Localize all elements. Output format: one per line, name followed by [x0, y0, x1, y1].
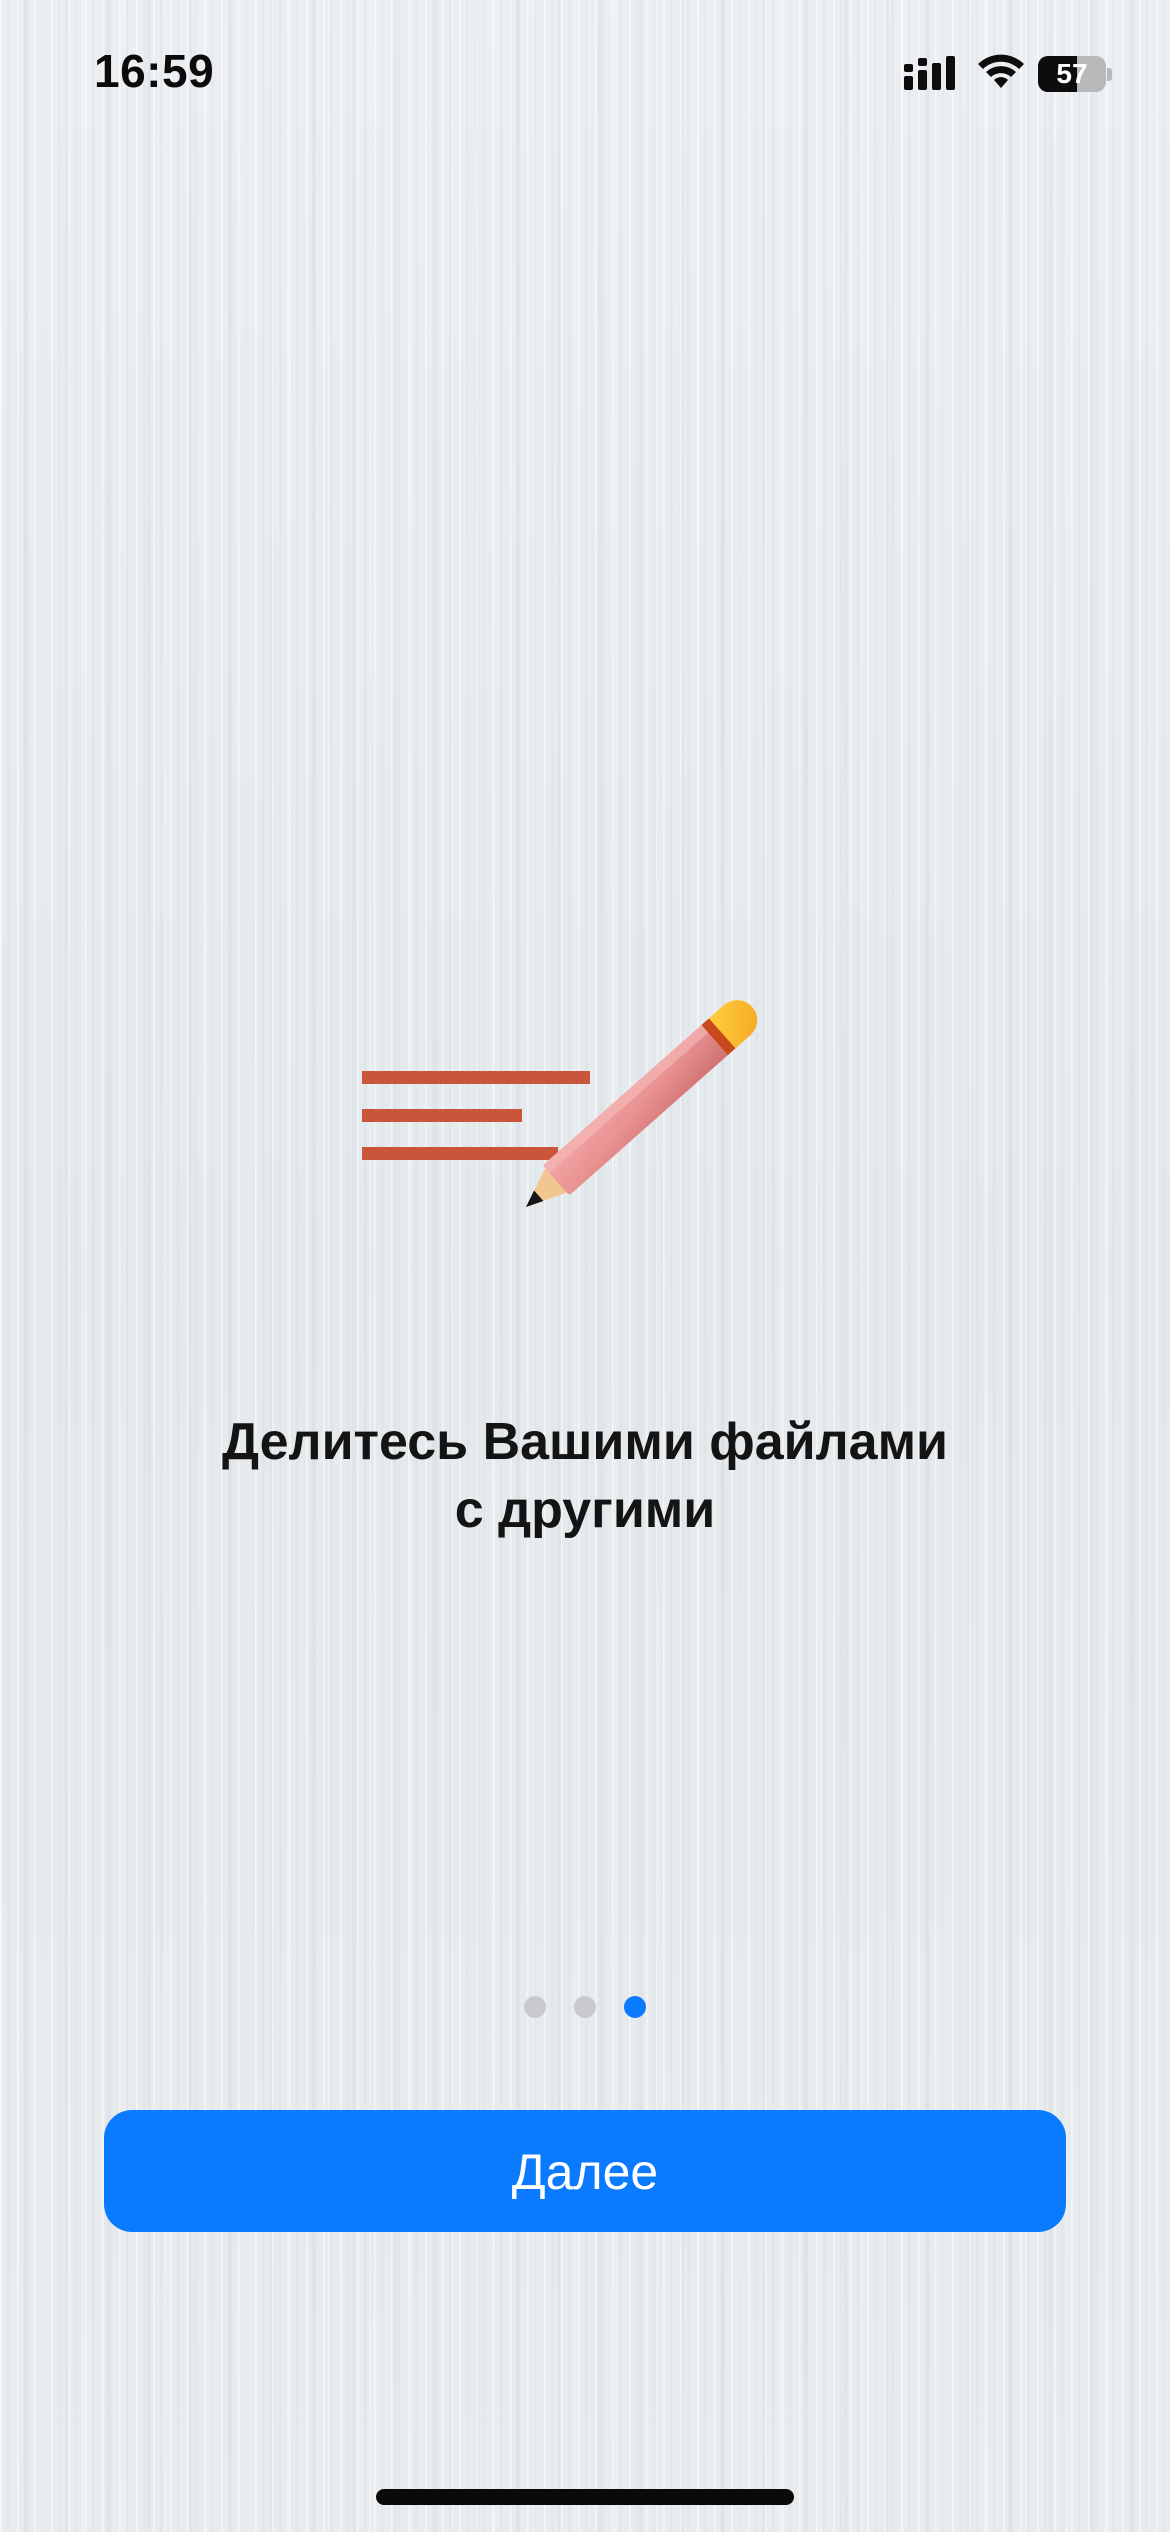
page-indicator[interactable]	[520, 1994, 650, 2020]
cellular-signal-icon	[904, 56, 955, 90]
headline-line-1: Делитесь Вашими файлами	[221, 1413, 949, 1471]
text-lines-icon	[362, 1071, 590, 1160]
next-button[interactable]: Далее	[104, 2110, 1066, 2232]
page-dot-3[interactable]	[624, 1996, 646, 2018]
page-dot-1[interactable]	[524, 1996, 546, 2018]
battery-body: 57	[1038, 56, 1106, 92]
onboarding-headline: Делитесь Вашими файлами с другими	[120, 1408, 1050, 1544]
battery-level: 57	[1056, 58, 1088, 89]
headline-line-2: с другими	[454, 1481, 716, 1539]
status-bar: 16:59 57	[0, 0, 1170, 150]
pencil-writing-icon	[362, 1000, 758, 1207]
battery-icon: 57	[1038, 56, 1112, 92]
wifi-icon	[978, 54, 1024, 88]
status-time: 16:59	[94, 45, 215, 97]
page-dot-2[interactable]	[574, 1996, 596, 2018]
status-icons: 57	[904, 52, 1118, 98]
home-indicator[interactable]	[376, 2489, 794, 2505]
battery-tip	[1107, 68, 1112, 81]
